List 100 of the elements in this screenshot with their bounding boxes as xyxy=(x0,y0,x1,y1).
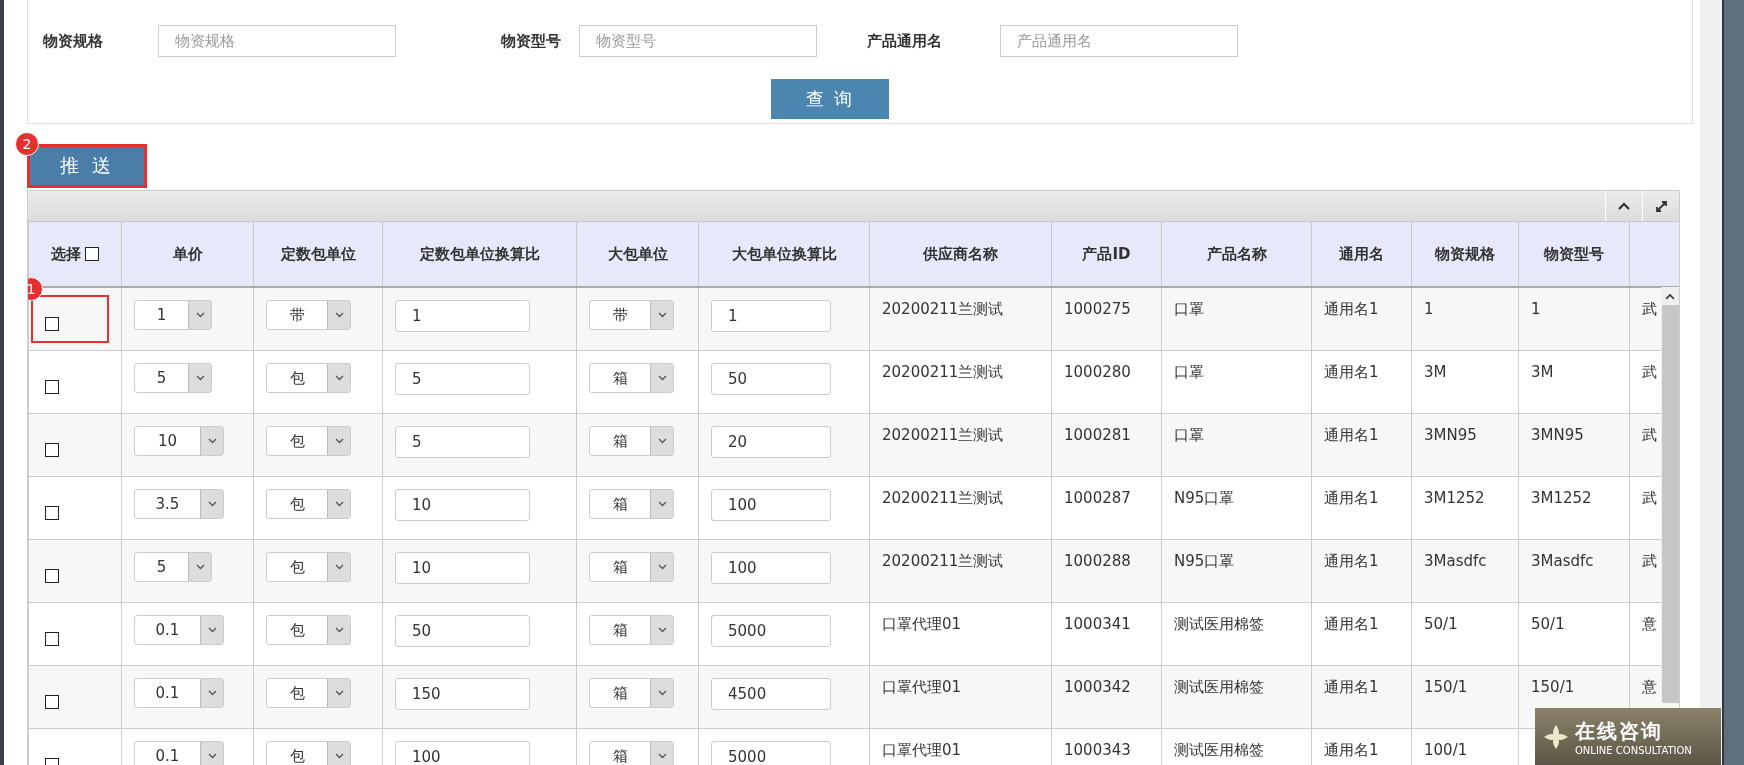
table-cell: 150/1 xyxy=(1531,677,1575,696)
row-checkbox[interactable] xyxy=(45,316,59,331)
table-cell: 3M1252 xyxy=(1424,488,1485,507)
chevron-down-icon xyxy=(207,500,217,507)
price-select[interactable]: 10 xyxy=(134,425,224,456)
chevron-up-icon xyxy=(1665,293,1675,300)
price-select[interactable]: 0.1 xyxy=(134,740,224,765)
chevron-down-icon xyxy=(334,626,344,633)
table-cell: 50/1 xyxy=(1424,614,1458,633)
input-field[interactable]: 50 xyxy=(395,614,530,647)
table-cell: 武 xyxy=(1642,488,1657,507)
chevron-down-icon xyxy=(657,437,667,444)
query-button[interactable]: 查 询 xyxy=(771,79,889,119)
table-cell: 通用名1 xyxy=(1324,551,1379,570)
table-cell: 口罩 xyxy=(1174,425,1204,444)
chevron-down-icon xyxy=(334,374,344,381)
input-field[interactable]: 4500 xyxy=(711,677,831,710)
page-scrollbar[interactable] xyxy=(1700,0,1722,765)
select-all-checkbox[interactable] xyxy=(85,247,99,261)
column-header: 物资型号 xyxy=(1518,221,1630,287)
table-cell: 1 xyxy=(1531,300,1541,318)
unit-select[interactable]: 带 xyxy=(589,300,674,330)
table-cell: 3M xyxy=(1531,362,1554,381)
chevron-down-icon xyxy=(334,689,344,696)
unit-select[interactable]: 带 xyxy=(266,300,351,330)
input-field[interactable]: 100 xyxy=(711,488,831,521)
column-header: 供应商名称 xyxy=(869,221,1052,287)
table-cell: 1000287 xyxy=(1064,488,1131,507)
unit-select[interactable]: 包 xyxy=(266,425,351,456)
input-field[interactable]: 5000 xyxy=(711,614,831,647)
row-checkbox[interactable] xyxy=(45,505,59,520)
input-field[interactable]: 100 xyxy=(711,551,831,584)
table-cell: 通用名1 xyxy=(1324,425,1379,444)
table-cell: 口罩代理01 xyxy=(882,677,962,696)
input-field[interactable]: 50 xyxy=(711,362,831,395)
price-select[interactable]: 0.1 xyxy=(134,614,224,645)
unit-select[interactable]: 箱 xyxy=(589,425,674,456)
table-cell: 20200211兰测试 xyxy=(882,425,1004,444)
price-select[interactable]: 1 xyxy=(134,300,212,330)
chevron-down-icon xyxy=(334,752,344,759)
input-field[interactable]: 5 xyxy=(395,425,530,458)
price-select[interactable]: 5 xyxy=(134,362,212,393)
price-select[interactable]: 0.1 xyxy=(134,677,224,708)
chevron-down-icon xyxy=(657,500,667,507)
table-cell: 3Masdfc xyxy=(1531,551,1594,570)
table-cell: 3MN95 xyxy=(1531,425,1584,444)
step-marker: 1 xyxy=(28,277,43,301)
row-checkbox[interactable] xyxy=(45,442,59,457)
unit-select[interactable]: 箱 xyxy=(589,488,674,519)
field-label: 物资规格 xyxy=(41,31,104,51)
unit-select[interactable]: 包 xyxy=(266,551,351,582)
input-field[interactable]: 100 xyxy=(395,740,530,765)
price-select[interactable]: 5 xyxy=(134,551,212,582)
unit-select[interactable]: 包 xyxy=(266,362,351,393)
unit-select[interactable]: 包 xyxy=(266,740,351,765)
unit-select[interactable]: 包 xyxy=(266,677,351,708)
row-checkbox[interactable] xyxy=(45,631,59,646)
price-select[interactable]: 3.5 xyxy=(134,488,224,519)
input-field[interactable]: 物资规格 xyxy=(158,25,396,57)
step-marker: 2 xyxy=(15,132,39,156)
chevron-down-icon xyxy=(657,626,667,633)
unit-select[interactable]: 包 xyxy=(266,488,351,519)
column-header: 选择 xyxy=(51,244,81,264)
input-field[interactable]: 10 xyxy=(395,488,530,521)
input-field[interactable]: 20 xyxy=(711,425,831,458)
field-label: 物资型号 xyxy=(499,31,562,51)
table-cell: 口罩代理01 xyxy=(882,614,962,633)
table-cell: 150/1 xyxy=(1424,677,1468,696)
chevron-down-icon xyxy=(657,689,667,696)
input-field[interactable]: 1 xyxy=(711,300,831,332)
input-field[interactable]: 10 xyxy=(395,551,530,584)
input-field[interactable]: 产品通用名 xyxy=(1000,25,1238,57)
chevron-down-icon xyxy=(657,752,667,759)
table-cell: 口罩代理01 xyxy=(882,740,962,759)
table-cell: 1000280 xyxy=(1064,362,1131,381)
unit-select[interactable]: 箱 xyxy=(589,614,674,645)
scrollbar[interactable] xyxy=(1661,287,1679,703)
column-header: 大包单位换算比 xyxy=(698,221,870,287)
chevron-down-icon xyxy=(334,312,344,318)
row-checkbox[interactable] xyxy=(45,694,59,709)
unit-select[interactable]: 包 xyxy=(266,614,351,645)
input-field[interactable]: 150 xyxy=(395,677,530,710)
table-cell: 通用名1 xyxy=(1324,488,1379,507)
unit-select[interactable]: 箱 xyxy=(589,740,674,765)
online-consultation-badge[interactable]: 在线咨询 ONLINE CONSULTATION xyxy=(1535,708,1721,765)
table-cell: 1000342 xyxy=(1064,677,1131,696)
table-cell: 3M xyxy=(1424,362,1447,381)
input-field[interactable]: 1 xyxy=(395,300,530,332)
unit-select[interactable]: 箱 xyxy=(589,551,674,582)
unit-select[interactable]: 箱 xyxy=(589,677,674,708)
chevron-down-icon xyxy=(195,563,205,570)
input-field[interactable]: 5000 xyxy=(711,740,831,765)
row-checkbox[interactable] xyxy=(45,568,59,583)
input-field[interactable]: 物资型号 xyxy=(579,25,817,57)
input-field[interactable]: 5 xyxy=(395,362,530,395)
table-cell: 1000343 xyxy=(1064,740,1131,759)
table-cell: 测试医用棉签 xyxy=(1174,740,1264,759)
row-checkbox[interactable] xyxy=(45,379,59,394)
chevron-down-icon xyxy=(207,689,217,696)
unit-select[interactable]: 箱 xyxy=(589,362,674,393)
